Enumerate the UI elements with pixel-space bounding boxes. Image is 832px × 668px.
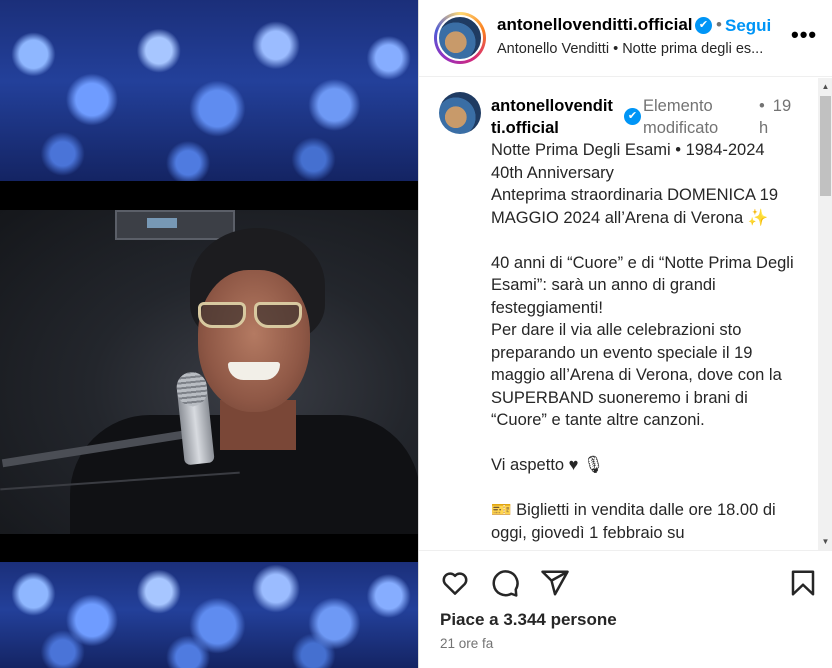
crowd-image-top (0, 0, 418, 181)
post-details-panel: antonellovenditti.official ✔ • Segui Ant… (418, 0, 832, 668)
sunglasses (198, 302, 306, 332)
author-avatar[interactable] (434, 12, 486, 64)
bookmark-icon[interactable] (788, 568, 818, 598)
comments-scrollbar[interactable]: ▲ ▼ (818, 78, 832, 550)
post-media[interactable] (0, 0, 418, 668)
caption-time[interactable]: • 19 h (759, 95, 801, 139)
separator-dot: • (759, 97, 765, 115)
author-username[interactable]: antonellovenditti.official (497, 15, 693, 35)
share-icon[interactable] (540, 568, 570, 598)
crowd-image-bottom (0, 562, 418, 668)
scrollbar-thumb[interactable] (820, 96, 831, 196)
comments-section[interactable]: antonellovendit ti.official ✔ Elemento m… (419, 78, 832, 550)
post-caption: Notte Prima Degli Esami • 1984-2024 40th… (491, 141, 794, 542)
performer-image (0, 210, 418, 534)
stage-equipment (115, 210, 235, 240)
letterbox-bar-top (0, 181, 418, 210)
comment-icon[interactable] (490, 568, 520, 598)
heart-icon[interactable] (440, 568, 470, 598)
edited-label: Elemento modificato (643, 97, 719, 137)
post-actions: Piace a 3.344 persone 21 ore fa (419, 550, 832, 668)
more-options-icon[interactable]: ••• (791, 22, 817, 48)
post-header: antonellovenditti.official ✔ • Segui Ant… (419, 0, 832, 77)
post-subtitle[interactable]: Antonello Venditti • Notte prima degli e… (497, 41, 787, 57)
verified-badge-icon: ✔ (695, 17, 712, 34)
scroll-down-arrow-icon[interactable]: ▼ (818, 533, 832, 550)
caption-verified-badge-icon: ✔ (624, 108, 641, 125)
scroll-up-arrow-icon[interactable]: ▲ (818, 78, 832, 95)
follow-button[interactable]: Segui (725, 16, 771, 36)
letterbox-bar-bottom (0, 534, 418, 562)
caption-author-username[interactable]: antonellovendit ti.official (491, 95, 619, 139)
post-timestamp[interactable]: 21 ore fa (440, 636, 493, 651)
caption-author-avatar[interactable] (439, 92, 481, 134)
separator-dot: • (716, 15, 722, 34)
likes-count[interactable]: Piace a 3.344 persone (440, 610, 617, 630)
